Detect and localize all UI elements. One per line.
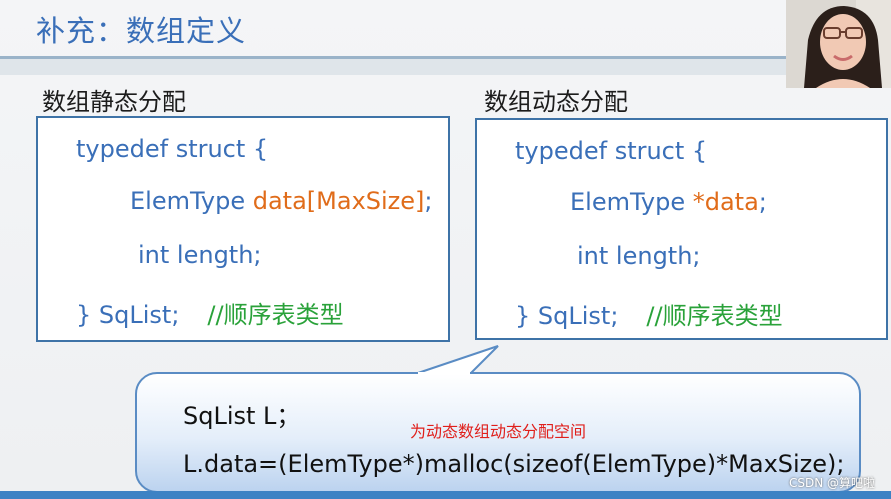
callout-line-1: SqList L； [183,402,301,430]
callout-line-2: L.data=(ElemType*)malloc(sizeof(ElemType… [183,450,845,478]
callout-joint [418,372,470,375]
bottom-accent-bar [0,491,891,499]
csdn-watermark: CSDN @算吧啦 [788,476,875,490]
red-annotation: 为动态数组动态分配空间 [410,422,587,441]
